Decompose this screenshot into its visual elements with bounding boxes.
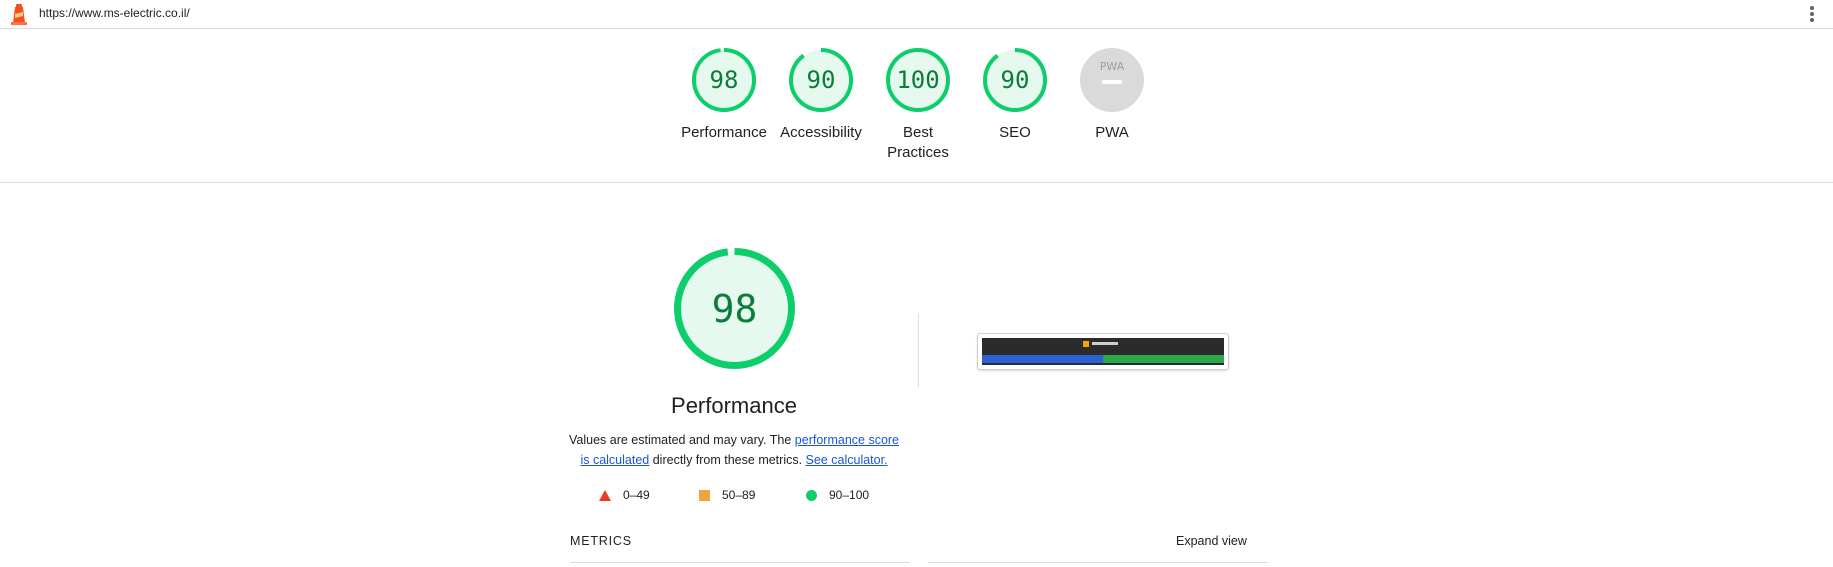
final-screenshot-thumbnail[interactable] [977,333,1229,370]
seo-score: 90 [1001,66,1030,94]
circle-icon [806,489,817,501]
desc-middle: directly from these metrics. [649,453,806,467]
pwa-badge-icon: PWA [1080,48,1144,112]
see-calculator-link[interactable]: See calculator. [806,453,888,467]
gauge-pwa[interactable]: PWA PWA [1062,47,1162,143]
legend-average: 50–89 [699,488,755,502]
performance-description: Values are estimated and may vary. The p… [568,430,900,470]
desc-prefix: Values are estimated and may vary. The [568,433,795,447]
thumbnail-image [982,338,1224,365]
pwa-badge-text: PWA [1100,60,1125,73]
metrics-divider-left [570,562,910,563]
triangle-icon [599,489,611,501]
performance-score: 98 [710,66,739,94]
performance-main-score: 98 [712,287,758,331]
thumbnail-title [1092,342,1118,345]
legend-fail: 0–49 [599,488,650,502]
thumbnail-green-band [1103,355,1224,363]
performance-main-gauge: 98 [674,248,795,369]
gauge-performance[interactable]: 98 Performance [674,47,774,143]
gauge-accessibility[interactable]: 90 Accessibility [771,47,871,143]
accessibility-gauge-icon: 90 [789,48,853,112]
legend-pass: 90–100 [806,488,869,502]
seo-label: SEO [999,124,1031,141]
metrics-divider-right [928,562,1268,563]
accessibility-label: Accessibility [780,124,862,141]
best-practices-score: 100 [896,66,939,94]
scores-summary: 98 Performance 90 Accessibility 100 Best… [0,29,1833,183]
best-practices-label: Best Practices [887,124,949,161]
gauge-best-practices[interactable]: 100 Best Practices [868,47,968,163]
best-practices-gauge-icon: 100 [886,48,950,112]
legend-pass-range: 90–100 [829,488,870,502]
page-url: https://www.ms-electric.co.il/ [39,6,190,20]
more-options-icon[interactable] [1804,3,1820,25]
seo-gauge-icon: 90 [983,48,1047,112]
performance-label: Performance [681,124,767,141]
performance-heading: Performance [671,393,797,418]
accessibility-score: 90 [807,66,836,94]
square-icon [699,489,710,501]
expand-view-button[interactable]: Expand view [1176,534,1247,548]
pwa-label: PWA [1095,124,1129,141]
vertical-divider [918,314,919,387]
performance-gauge-icon: 98 [692,48,756,112]
lighthouse-logo-icon [11,4,27,25]
thumbnail-logo [1083,341,1089,347]
url-bar: https://www.ms-electric.co.il/ [0,0,1833,29]
gauge-seo[interactable]: 90 SEO [965,47,1065,143]
legend-fail-range: 0–49 [623,488,650,502]
thumbnail-blue-band [982,355,1103,363]
legend-average-range: 50–89 [722,488,756,502]
metrics-heading: METRICS [570,534,632,548]
